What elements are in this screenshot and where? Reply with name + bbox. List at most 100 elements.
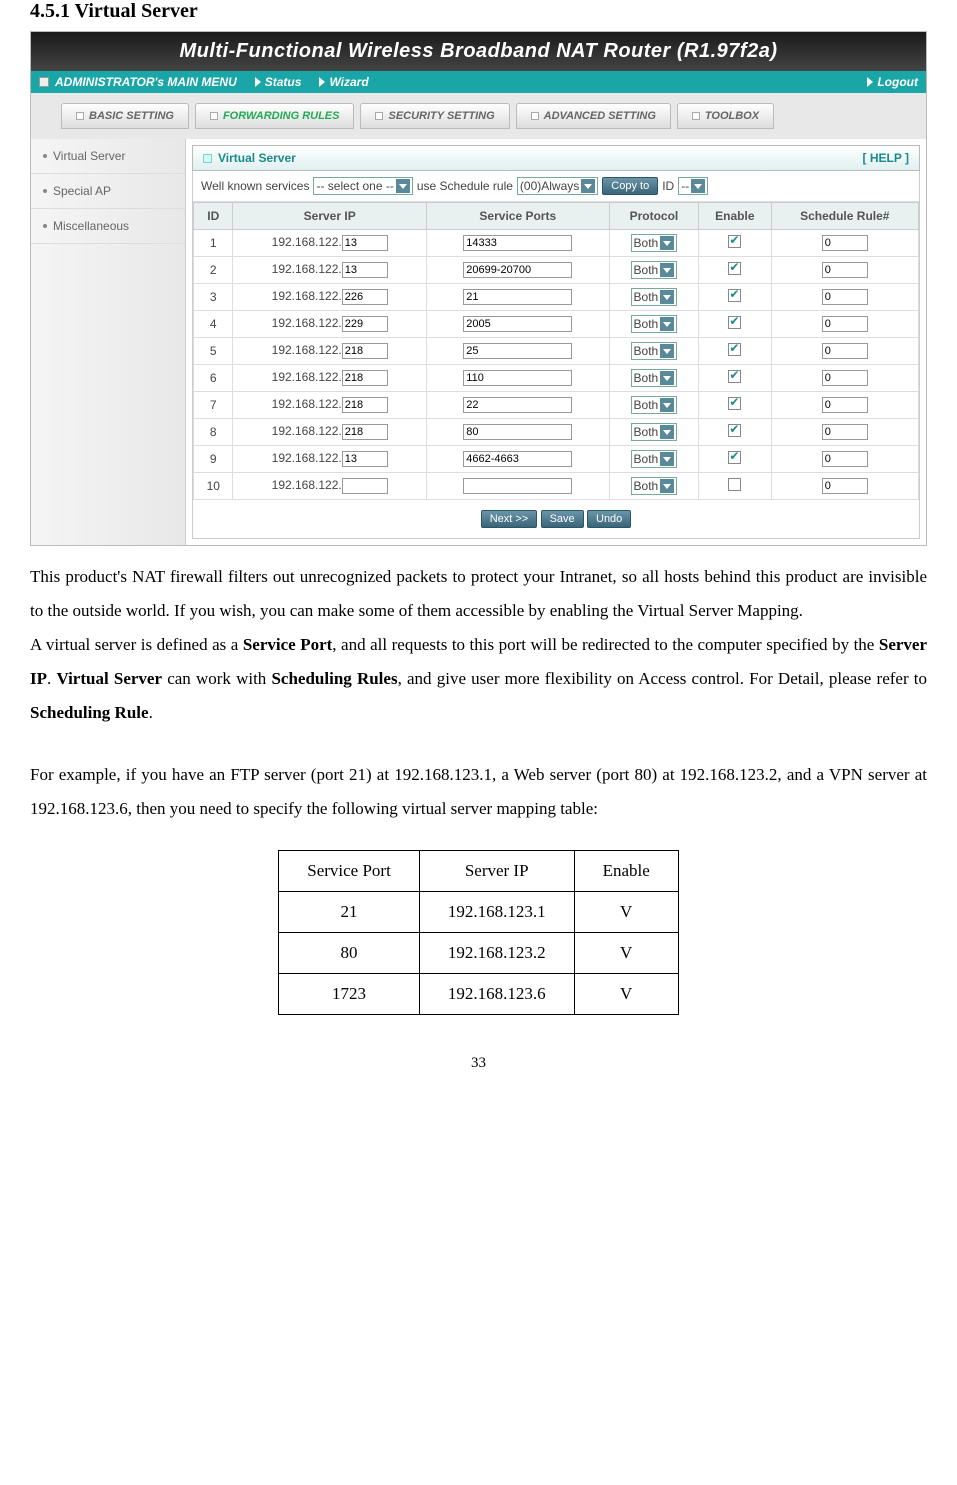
- cell-schedule: [771, 473, 918, 500]
- enable-checkbox[interactable]: [728, 343, 741, 356]
- save-button[interactable]: Save: [541, 510, 584, 528]
- well-known-select[interactable]: -- select one --: [313, 177, 412, 195]
- tab-basic-setting[interactable]: BASIC SETTING: [61, 103, 189, 129]
- enable-checkbox[interactable]: [728, 370, 741, 383]
- table-row: 3192.168.122.Both: [194, 284, 919, 311]
- table-row: 4192.168.122.Both: [194, 311, 919, 338]
- protocol-select[interactable]: Both: [631, 477, 678, 495]
- ports-input[interactable]: [463, 451, 572, 467]
- cell-protocol: Both: [609, 338, 698, 365]
- ip-suffix-input[interactable]: [342, 397, 388, 413]
- menu-logout[interactable]: Logout: [877, 75, 918, 89]
- ports-input[interactable]: [463, 370, 572, 386]
- ip-suffix-input[interactable]: [342, 478, 388, 494]
- chevron-down-icon: [660, 479, 674, 493]
- sidebar-item-miscellaneous[interactable]: Miscellaneous: [31, 209, 185, 244]
- ports-input[interactable]: [463, 397, 572, 413]
- schedule-input[interactable]: [822, 397, 868, 413]
- protocol-select[interactable]: Both: [631, 450, 678, 468]
- schedule-input[interactable]: [822, 478, 868, 494]
- protocol-select[interactable]: Both: [631, 315, 678, 333]
- ports-input[interactable]: [463, 316, 572, 332]
- schedule-input[interactable]: [822, 262, 868, 278]
- sidebar-item-special-ap[interactable]: Special AP: [31, 174, 185, 209]
- next-button[interactable]: Next >>: [481, 510, 538, 528]
- id-select[interactable]: --: [678, 177, 708, 195]
- cell-service-ports: [426, 365, 609, 392]
- copy-to-button[interactable]: Copy to: [602, 177, 658, 195]
- ip-suffix-input[interactable]: [342, 289, 388, 305]
- chevron-right-icon: [255, 77, 261, 87]
- select-value: -- select one --: [316, 179, 393, 193]
- schedule-rule-select[interactable]: (00)Always: [517, 177, 598, 195]
- enable-checkbox[interactable]: [728, 397, 741, 410]
- cell-service-ports: [426, 419, 609, 446]
- table-row: 80192.168.123.2V: [279, 933, 679, 974]
- col-id: ID: [194, 203, 233, 230]
- ip-suffix-input[interactable]: [342, 262, 388, 278]
- tab-icon: [76, 112, 84, 120]
- action-buttons-row: Next >> Save Undo: [193, 500, 919, 538]
- ip-suffix-input[interactable]: [342, 235, 388, 251]
- tab-security-setting[interactable]: SECURITY SETTING: [360, 103, 509, 129]
- enable-checkbox[interactable]: [728, 424, 741, 437]
- chevron-down-icon: [396, 179, 410, 193]
- enable-checkbox[interactable]: [728, 478, 741, 491]
- enable-checkbox[interactable]: [728, 262, 741, 275]
- schedule-input[interactable]: [822, 343, 868, 359]
- ip-suffix-input[interactable]: [342, 451, 388, 467]
- schedule-input[interactable]: [822, 424, 868, 440]
- undo-button[interactable]: Undo: [587, 510, 631, 528]
- enable-checkbox[interactable]: [728, 289, 741, 302]
- tab-forwarding-rules[interactable]: FORWARDING RULES: [195, 103, 355, 129]
- ports-input[interactable]: [463, 424, 572, 440]
- protocol-select[interactable]: Both: [631, 396, 678, 414]
- menu-wizard[interactable]: Wizard: [329, 75, 368, 89]
- col-enable: Enable: [574, 851, 678, 892]
- table-row: 1723192.168.123.6V: [279, 974, 679, 1015]
- protocol-select[interactable]: Both: [631, 423, 678, 441]
- schedule-input[interactable]: [822, 289, 868, 305]
- schedule-input[interactable]: [822, 451, 868, 467]
- cell-enable: [699, 257, 771, 284]
- protocol-select[interactable]: Both: [631, 234, 678, 252]
- tab-advanced-setting[interactable]: ADVANCED SETTING: [516, 103, 671, 129]
- protocol-select[interactable]: Both: [631, 288, 678, 306]
- col-enable: Enable: [699, 203, 771, 230]
- schedule-input[interactable]: [822, 370, 868, 386]
- protocol-select[interactable]: Both: [631, 369, 678, 387]
- ports-input[interactable]: [463, 262, 572, 278]
- cell-ip: 192.168.123.6: [419, 974, 574, 1015]
- ip-suffix-input[interactable]: [342, 424, 388, 440]
- tab-toolbox[interactable]: TOOLBOX: [677, 103, 774, 129]
- enable-checkbox[interactable]: [728, 451, 741, 464]
- ports-input[interactable]: [463, 478, 572, 494]
- chevron-down-icon: [691, 179, 705, 193]
- ip-suffix-input[interactable]: [342, 370, 388, 386]
- sidebar-item-virtual-server[interactable]: Virtual Server: [31, 139, 185, 174]
- schedule-input[interactable]: [822, 235, 868, 251]
- ports-input[interactable]: [463, 289, 572, 305]
- schedule-input[interactable]: [822, 316, 868, 332]
- schedule-rule-label: use Schedule rule: [417, 179, 513, 193]
- menu-status[interactable]: Status: [265, 75, 302, 89]
- ports-input[interactable]: [463, 235, 572, 251]
- cell-schedule: [771, 284, 918, 311]
- protocol-select[interactable]: Both: [631, 342, 678, 360]
- cell-protocol: Both: [609, 257, 698, 284]
- enable-checkbox[interactable]: [728, 235, 741, 248]
- ports-input[interactable]: [463, 343, 572, 359]
- cell-schedule: [771, 392, 918, 419]
- cell-protocol: Both: [609, 419, 698, 446]
- ip-suffix-input[interactable]: [342, 343, 388, 359]
- protocol-select[interactable]: Both: [631, 261, 678, 279]
- main-menu-label[interactable]: ADMINISTRATOR's MAIN MENU: [55, 75, 237, 89]
- cell-id: 6: [194, 365, 233, 392]
- table-row: 21192.168.123.1V: [279, 892, 679, 933]
- help-link[interactable]: [ HELP ]: [863, 151, 909, 165]
- tab-icon: [531, 112, 539, 120]
- cell-enable: [699, 311, 771, 338]
- enable-checkbox[interactable]: [728, 316, 741, 329]
- ip-suffix-input[interactable]: [342, 316, 388, 332]
- tab-label: FORWARDING RULES: [223, 110, 340, 122]
